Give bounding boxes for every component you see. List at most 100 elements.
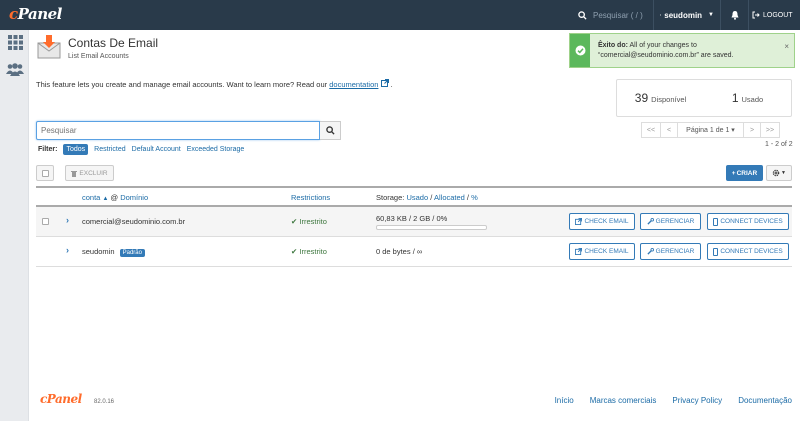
domain-header[interactable]: Domínio [120,193,148,202]
success-alert: Êxito do: All of your changes to “comerc… [569,33,795,68]
used-label: Usado [741,95,764,104]
prev-page-button[interactable]: < [660,122,678,138]
connect-devices-label: CONNECT DEVICES [720,218,783,225]
alert-close-button[interactable]: × [784,42,789,51]
sort-allocated[interactable]: Allocated [434,193,465,202]
used-count: 1 [731,91,739,105]
logout-button[interactable]: LOGOUT [752,0,793,30]
footer-link-documentation[interactable]: Documentação [738,396,792,405]
manage-label: GERENCIAR [655,248,695,255]
gear-icon [772,169,780,177]
account-stats: 39 Disponível 1 Usado [616,79,792,117]
account-username: seudomin [82,247,115,256]
check-email-label: CHECK EMAIL [584,248,629,255]
footer-links: Início Marcas comerciais Privacy Policy … [555,396,792,405]
delete-button[interactable]: EXCLUIR [65,165,114,181]
footer-cpanel-logo: cPanel [40,392,82,406]
account-name: seudomin Padrão [82,247,145,257]
check-circle-icon [575,45,585,56]
top-search[interactable]: Pesquisar ( / ) [572,0,649,30]
stat-available: 39 Disponível [617,91,704,105]
restrictions-header[interactable]: Restrictions [291,193,330,202]
select-all-checkbox[interactable] [36,165,54,181]
page-subtitle: List Email Accounts [68,53,129,60]
sort-percent[interactable]: % [471,193,478,202]
grid-icon [7,34,23,50]
search-input[interactable] [36,121,320,140]
filter-exceeded-storage[interactable]: Exceeded Storage [187,146,245,153]
check-email-button[interactable]: CHECK EMAIL [569,213,635,230]
last-page-button[interactable]: >> [760,122,780,138]
alert-text: Êxito do: All of your changes to “comerc… [598,41,778,61]
sort-used[interactable]: Usado [406,193,428,202]
external-link-icon[interactable] [380,79,389,87]
footer-link-privacy[interactable]: Privacy Policy [672,396,722,405]
username: seudomin [664,10,703,20]
footer-link-home[interactable]: Início [555,396,574,405]
checkbox-box [42,218,49,225]
chevron-down-icon: ▼ [708,12,714,18]
manage-button[interactable]: GERENCIAR [640,243,701,260]
left-sidebar [0,30,29,421]
home-grid-button[interactable] [6,33,24,51]
trash-icon [71,170,78,177]
restriction-status: ✔ Irrestrito [291,247,327,256]
pagination: << < Página 1 de 1 ▾ > >> [641,122,780,138]
row-checkbox[interactable] [42,218,49,225]
table-row: › seudomin Padrão ✔ Irrestrito 0 de byte… [36,237,792,267]
storage-usage: 0 de bytes / ∞ [376,247,423,256]
first-page-button[interactable]: << [641,122,661,138]
check-icon: ✔ [291,217,298,226]
restriction-label: Irrestrito [299,247,327,256]
connect-devices-button[interactable]: CONNECT DEVICES [707,213,789,230]
bell-icon [731,10,738,20]
mobile-icon [713,217,719,226]
check-email-label: CHECK EMAIL [584,218,629,225]
connect-devices-label: CONNECT DEVICES [720,248,783,255]
default-badge: Padrão [119,249,145,257]
check-email-button[interactable]: CHECK EMAIL [569,243,635,260]
email-accounts-table: conta ▲ @ Domínio Restrictions Storage: … [36,186,792,267]
storage-usage: 60,83 KB / 2 GB / 0% [376,214,448,223]
manage-button[interactable]: GERENCIAR [640,213,701,230]
intro-text: This feature lets you create and manage … [36,79,393,89]
connect-devices-button[interactable]: CONNECT DEVICES [707,243,789,260]
cpanel-logo[interactable]: cPanel [9,5,62,23]
filter-bar: Filter: Todos Restricted Default Account… [38,144,244,155]
search-button[interactable] [320,121,341,140]
user-icon [660,14,662,16]
available-label: Disponível [651,95,687,104]
expand-row-icon[interactable]: › [66,245,69,255]
restriction-label: Irrestrito [299,217,327,226]
footer-link-trademarks[interactable]: Marcas comerciais [590,396,657,405]
expand-row-icon[interactable]: › [66,215,69,225]
wrench-icon [647,218,654,225]
table-row: › comercial@seudominio.com.br ✔ Irrestri… [36,207,792,237]
alert-icon-bar [570,34,590,67]
manage-label: GERENCIAR [655,218,695,225]
user-menu[interactable]: seudomin ▼ [653,0,721,30]
account-search [36,121,341,140]
page-select[interactable]: Página 1 de 1 ▾ [677,122,744,138]
sort-account-header[interactable]: conta ▲ @ Domínio [82,193,148,202]
external-link-icon [575,218,583,225]
table-header: conta ▲ @ Domínio Restrictions Storage: … [36,186,792,207]
top-search-placeholder: Pesquisar ( / ) [593,10,643,20]
mobile-icon [713,247,719,256]
filter-default-account[interactable]: Default Account [132,146,181,153]
storage-progress-bar [376,225,487,230]
available-count: 39 [634,91,649,105]
filter-restricted[interactable]: Restricted [94,146,126,153]
filter-all[interactable]: Todos [63,144,89,155]
checkbox-box [41,169,49,177]
settings-dropdown[interactable]: ▼ [766,165,792,181]
create-button[interactable]: + CRIAR [726,165,763,181]
documentation-link[interactable]: documentation [329,80,378,89]
notifications-button[interactable] [721,0,749,30]
result-count: 1 - 2 of 2 [765,141,793,148]
account-header[interactable]: conta [82,193,100,202]
users-button[interactable] [6,60,24,78]
search-icon [578,10,587,20]
next-page-button[interactable]: > [743,122,761,138]
check-icon: ✔ [291,247,298,256]
